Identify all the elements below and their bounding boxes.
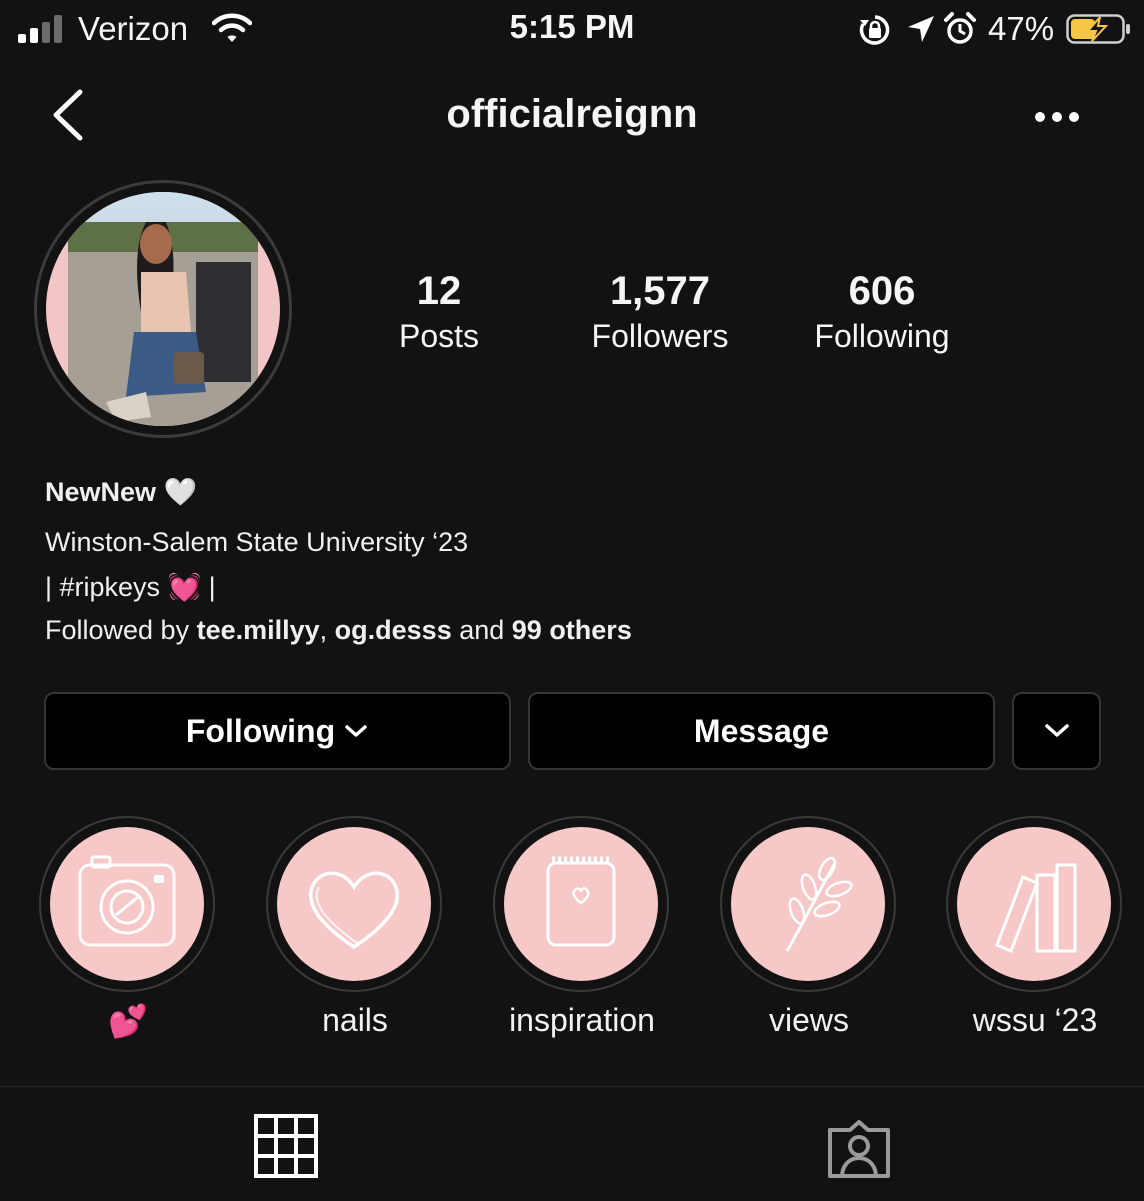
posts-grid-icon[interactable]	[254, 1114, 318, 1178]
following-count[interactable]: 606 Following	[792, 268, 972, 358]
profile-display-name: NewNew 🤍	[45, 477, 198, 507]
bio-line: Winston-Salem State University ‘23	[45, 527, 469, 557]
followers-number: 1,577	[609, 269, 711, 313]
followed-by-prefix: Followed by	[45, 615, 197, 645]
profile-username: officialreignn	[446, 92, 698, 136]
chevron-down-icon	[1044, 724, 1069, 737]
posts-label: Posts	[398, 318, 480, 354]
suggested-accounts-button[interactable]	[1012, 692, 1101, 770]
highlight-label: wssu ‘23	[972, 1002, 1098, 1038]
highlight-label: inspiration	[509, 1002, 655, 1038]
following-button[interactable]: Following	[44, 692, 511, 770]
highlight-cover	[731, 827, 885, 981]
leaf-icon	[785, 856, 853, 952]
location-arrow-icon	[908, 16, 934, 42]
followed-by-and: and	[451, 615, 512, 645]
alarm-clock-icon	[944, 12, 976, 44]
chevron-down-icon	[345, 725, 367, 737]
highlight-label: views	[768, 1002, 849, 1038]
followed-by-others[interactable]: 99 others	[512, 615, 632, 645]
posts-count[interactable]: 12 Posts	[374, 268, 504, 358]
highlight-cover	[957, 827, 1111, 981]
highlight-label: 💕	[108, 1003, 148, 1039]
followed-by-text[interactable]: Followed by tee.millyy, og.desss and 99 …	[45, 615, 632, 646]
more-options-icon[interactable]	[1034, 108, 1080, 126]
heart-icon	[308, 871, 400, 950]
battery-charging-icon	[1066, 14, 1130, 44]
posts-number: 12	[416, 269, 462, 313]
status-bar: Verizon 5:15 PM 47%	[0, 0, 1144, 60]
profile-tab-bar	[0, 1086, 1144, 1201]
followed-by-user[interactable]: tee.millyy	[197, 615, 320, 645]
following-button-label: Following	[185, 712, 336, 749]
camera-icon	[78, 855, 176, 947]
highlight-cover	[504, 827, 658, 981]
highlight-cover	[50, 827, 204, 981]
notepad-heart-icon	[546, 856, 616, 947]
bio-hashtag-line[interactable]: | #ripkeys 💓 |	[45, 571, 216, 603]
highlight-cover	[277, 827, 431, 981]
followed-by-separator: ,	[319, 615, 335, 645]
followers-count[interactable]: 1,577 Followers	[570, 268, 750, 358]
books-icon	[995, 863, 1077, 953]
profile-avatar[interactable]	[46, 192, 280, 426]
tagged-photos-icon[interactable]	[826, 1118, 892, 1180]
rotation-lock-icon	[859, 15, 890, 45]
followers-label: Followers	[591, 318, 729, 354]
message-button[interactable]: Message	[528, 692, 995, 770]
followed-by-user[interactable]: og.desss	[335, 615, 452, 645]
highlight-label: nails	[322, 1002, 388, 1038]
following-number: 606	[848, 269, 916, 313]
message-button-label: Message	[693, 712, 830, 749]
battery-percent: 47%	[988, 10, 1055, 47]
following-label: Following	[814, 318, 950, 354]
